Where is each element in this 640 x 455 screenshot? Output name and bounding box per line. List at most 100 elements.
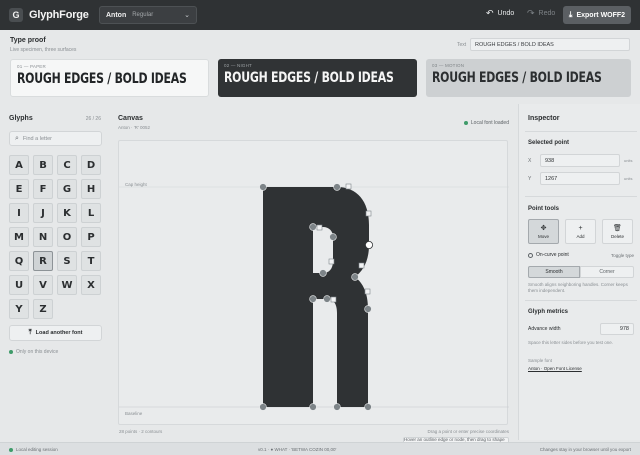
glyph-tile-p[interactable]: P — [81, 227, 101, 247]
glyph-tile-q[interactable]: Q — [9, 251, 29, 271]
glyph-tile-b[interactable]: B — [33, 155, 53, 175]
advance-width-row: Advance width 978 — [528, 323, 634, 335]
proof-text-input[interactable]: ROUGH EDGES / BOLD IDEAS — [470, 38, 630, 51]
handle-node[interactable] — [364, 288, 371, 295]
y-unit: units — [624, 176, 633, 181]
glyph-outline-svg[interactable] — [119, 141, 509, 426]
device-note: Only on this device — [9, 349, 58, 355]
cap-height-label: Cap height — [125, 182, 147, 187]
glyph-tile-a[interactable]: A — [9, 155, 29, 175]
glyph-tile-x[interactable]: X — [81, 275, 101, 295]
glyph-search-input[interactable]: ⌕ Find a letter — [9, 131, 102, 146]
add-tool-label: Add — [576, 233, 585, 239]
glyph-tile-l[interactable]: L — [81, 203, 101, 223]
undo-icon: ↶ — [486, 8, 494, 18]
divider — [525, 196, 637, 197]
outline-node[interactable] — [309, 295, 317, 303]
glyph-tile-o[interactable]: O — [57, 227, 77, 247]
oncurve-radio[interactable] — [528, 252, 533, 258]
glyph-tile-z[interactable]: Z — [33, 299, 53, 319]
outline-node[interactable] — [333, 183, 341, 191]
redo-button[interactable]: ↷ Redo — [527, 8, 555, 19]
proof-card-paper: 01 — PAPER ROUGH EDGES / BOLD IDEAS — [10, 59, 209, 97]
outline-node[interactable] — [333, 403, 341, 411]
undo-label: Undo — [497, 10, 515, 17]
glyph-tile-e[interactable]: E — [9, 179, 29, 199]
glyph-tile-f[interactable]: F — [33, 179, 53, 199]
glyph-tile-j[interactable]: J — [33, 203, 53, 223]
outline-node[interactable] — [351, 273, 359, 281]
glyph-tile-w[interactable]: W — [57, 275, 77, 295]
move-tool-button[interactable]: ✥ Move — [528, 219, 559, 244]
sample-font-label: Sample font — [528, 358, 553, 363]
y-field-row: Y 1267 units — [528, 172, 634, 185]
outline-node[interactable] — [329, 233, 337, 241]
status-middle: v0.1 · ● WHAT · 'BETWA COZIN 00,00' — [258, 447, 337, 452]
glyph-canvas[interactable]: Cap height Baseline Hover an outline edg… — [118, 140, 509, 447]
corner-segment[interactable]: Corner — [580, 266, 634, 278]
glyph-tile-v[interactable]: V — [33, 275, 53, 295]
handle-node[interactable] — [365, 210, 372, 217]
type-proof-subtitle: Live specimen, three surfaces — [10, 47, 77, 53]
glyph-tile-r[interactable]: R — [33, 251, 53, 271]
glyphs-title: Glyphs — [9, 115, 33, 122]
export-button[interactable]: ⤓ Export WOFF2 — [563, 6, 631, 24]
outline-node[interactable] — [364, 403, 372, 411]
outline-node[interactable] — [259, 183, 267, 191]
search-icon: ⌕ — [15, 134, 19, 142]
handle-node[interactable] — [328, 258, 335, 265]
outline-node[interactable] — [259, 403, 267, 411]
status-dot — [9, 447, 13, 452]
smooth-segment[interactable]: Smooth — [528, 266, 580, 278]
top-bar: G GlyphForge Anton Regular ⌄ ↶ Undo ↷ Re… — [0, 0, 640, 30]
glyph-tile-u[interactable]: U — [9, 275, 29, 295]
y-input[interactable]: 1267 — [540, 172, 620, 185]
outline-node[interactable] — [323, 295, 331, 303]
advance-width-input[interactable]: 978 — [600, 323, 634, 335]
proof-card-text: ROUGH EDGES / BOLD IDEAS — [432, 70, 602, 86]
glyph-tile-k[interactable]: K — [57, 203, 77, 223]
status-left: Local editing session — [9, 447, 58, 452]
glyph-tile-g[interactable]: G — [57, 179, 77, 199]
selected-node[interactable] — [364, 241, 373, 250]
handle-node[interactable] — [316, 224, 323, 231]
glyph-tile-y[interactable]: Y — [9, 299, 29, 319]
glyph-tile-i[interactable]: I — [9, 203, 29, 223]
glyph-tile-m[interactable]: M — [9, 227, 29, 247]
status-dot — [463, 121, 468, 125]
outline-node[interactable] — [319, 269, 327, 277]
toggle-type-link[interactable]: Toggle type — [611, 253, 634, 258]
move-tool-label: Move — [537, 234, 549, 239]
load-font-button[interactable]: ⤒ Load another font — [9, 325, 102, 341]
outline-node[interactable] — [364, 305, 372, 313]
handle-node[interactable] — [345, 183, 352, 190]
glyph-tile-c[interactable]: C — [57, 155, 77, 175]
x-field-row: X 938 units — [528, 154, 634, 167]
delete-tool-button[interactable]: 🗑 Delete — [602, 219, 633, 244]
app-logo: G GlyphForge — [9, 8, 89, 22]
proof-text-label: Text — [457, 42, 467, 48]
handle-node[interactable] — [330, 296, 337, 303]
canvas-footer-hint: Drag a point or enter precise coordinate… — [427, 429, 509, 434]
outline-node[interactable] — [309, 223, 317, 231]
glyph-tile-s[interactable]: S — [57, 251, 77, 271]
license-link[interactable]: Anton · Open Font License — [528, 366, 582, 371]
handle-node[interactable] — [358, 262, 365, 269]
undo-button[interactable]: ↶ Undo — [486, 8, 514, 19]
baseline-label: Baseline — [125, 411, 143, 416]
glyph-tile-d[interactable]: D — [81, 155, 101, 175]
glyph-tile-h[interactable]: H — [81, 179, 101, 199]
status-bar: Local editing session v0.1 · ● WHAT · 'B… — [0, 442, 640, 455]
canvas-title: Canvas — [118, 115, 143, 122]
add-tool-button[interactable]: + Add — [565, 219, 596, 244]
glyph-tile-t[interactable]: T — [81, 251, 101, 271]
redo-icon: ↷ — [527, 8, 535, 18]
x-input[interactable]: 938 — [540, 154, 620, 167]
divider — [525, 131, 637, 132]
outline-node[interactable] — [309, 403, 317, 411]
glyph-tile-n[interactable]: N — [33, 227, 53, 247]
font-selector[interactable]: Anton Regular ⌄ — [99, 6, 197, 24]
canvas-status: Local font loaded — [463, 120, 509, 126]
search-placeholder: Find a letter — [22, 135, 52, 142]
oncurve-row[interactable]: On-curve point Toggle type — [528, 252, 634, 258]
